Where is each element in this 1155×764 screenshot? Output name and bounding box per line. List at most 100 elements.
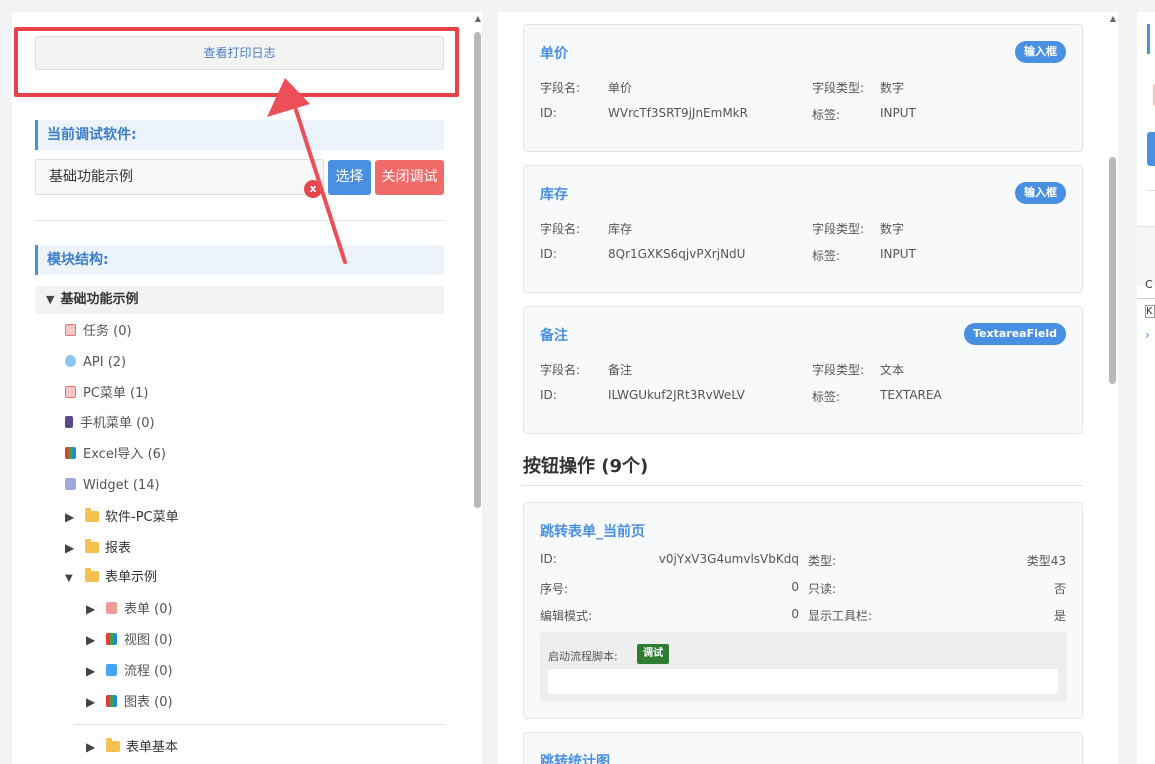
field-name-label: 字段名: [540,81,581,95]
field-id-label: ID: [540,106,557,120]
script-label: 启动流程脚本: [548,650,618,663]
view-log-button[interactable]: 查看打印日志 [35,36,444,70]
folder-icon [85,508,99,522]
scroll-up-icon[interactable]: ▲ [1108,14,1118,24]
field-id-value: WVrcTf3SRT9jJnEmMkR [608,106,748,120]
caret-right-icon: ▶ [86,664,96,678]
middle-scrollbar[interactable]: ▲ [1108,14,1118,764]
action-seq-label: 序号: [540,582,569,596]
accent-bar [1147,24,1150,54]
left-scrollbar[interactable]: ▲ [473,14,483,764]
software-input[interactable]: 基础功能示例 [35,159,324,195]
caret-down-icon: ▼ [46,293,55,306]
field-name-label: 字段名: [540,222,581,236]
field-id-label: ID: [540,247,557,261]
tree-subitem-process[interactable]: ▶ 流程 (0) [86,661,173,681]
task-icon [65,324,76,336]
field-card: 单价 输入框 字段名: 单价 字段类型: 数字 ID: WVrcTf3SRT9j… [523,24,1083,152]
clipboard-icon [65,386,76,398]
field-tag-value: INPUT [880,106,916,120]
folder-label: 表单示例 [105,570,158,585]
tree-subitem-chart[interactable]: ▶ 图表 (0) [86,692,173,712]
tree-item-pc-menu[interactable]: PC菜单 (1) [65,384,148,404]
chevron-right-icon[interactable]: › [1145,328,1150,342]
subitem-label: 视图 (0) [124,633,173,648]
tree-folder-report[interactable]: ▶ 报表 [65,538,131,558]
action-type-value: 类型43 [1026,554,1066,568]
divider [35,220,444,221]
partial-key-icon: K [1145,305,1155,318]
folder-label: 软件-PC菜单 [105,510,179,525]
scrollbar-thumb[interactable] [474,32,481,508]
field-type-label: 字段类型: [812,363,865,377]
field-type-label: 字段类型: [812,81,865,95]
field-id-value: 8Qr1GXKS6qjvPXrjNdU [608,247,746,261]
grid-icon [65,478,76,490]
script-input[interactable] [548,669,1058,694]
field-id-value: ILWGUkuf2JRt3RvWeLV [608,388,745,402]
field-tag-label: 标签: [812,249,841,263]
tree-folder-software-pc-menu[interactable]: ▶ 软件-PC菜单 [65,507,179,527]
field-tag-label: 标签: [812,390,841,404]
field-type-badge: 输入框 [1015,41,1066,63]
field-type-badge: 输入框 [1015,182,1066,204]
tree-folder-form-example[interactable]: ▼ 表单示例 [65,568,157,588]
buttons-section-title: 按钮操作 (9个) [523,456,649,477]
field-type-value: 数字 [880,222,905,236]
action-title: 跳转表单_当前页 [540,524,645,540]
field-tag-label: 标签: [812,108,841,122]
tree-item-task[interactable]: 任务 (0) [65,322,132,342]
close-debug-button[interactable]: 关闭调试 [375,160,444,195]
tree-item-excel-import[interactable]: Excel导入 (6) [65,445,166,465]
action-card: 跳转表单_当前页 ID: v0jYxV3G4umvlsVbKdq 类型: 类型4… [523,502,1083,719]
field-title: 单价 [540,46,568,62]
left-panel: 查看打印日志 当前调试软件: 基础功能示例 x 选择 关闭调试 模块结构: ▼ 基… [12,12,482,764]
tree-item-mobile-menu[interactable]: 手机菜单 (0) [65,414,155,434]
tree-item-widget[interactable]: Widget (14) [65,476,160,496]
right-panel: C K › [1137,12,1155,764]
field-tag-value: INPUT [880,247,916,261]
tree-root[interactable]: ▼ 基础功能示例 [35,286,444,314]
subitem-label: 图表 (0) [124,695,173,710]
tree-item-label: 手机菜单 (0) [80,416,155,431]
select-button[interactable]: 选择 [328,160,371,195]
action-edit-mode-value: 0 [791,607,799,621]
action-id-value: v0jYxV3G4umvlsVbKdq [658,552,799,566]
action-id-label: ID: [540,552,557,566]
field-tag-value: TEXTAREA [880,388,942,402]
action-edit-mode-label: 编辑模式: [540,609,593,623]
tree-subitem-form[interactable]: ▶ 表单 (0) [86,599,173,619]
module-structure-heading: 模块结构: [35,245,444,275]
action-type-label: 类型: [808,554,837,568]
divider [1137,298,1155,299]
debug-button[interactable]: 调试 [637,644,669,664]
caret-right-icon: ▶ [65,541,75,555]
clear-icon[interactable]: x [304,180,322,198]
caret-right-icon: ▶ [86,633,96,647]
tree-folder-form-basic[interactable]: ▶ 表单基本 [86,737,178,757]
tree-root-label: 基础功能示例 [60,292,139,307]
scrollbar-thumb[interactable] [1109,157,1116,384]
field-type-value: 数字 [880,81,905,95]
caret-down-icon: ▼ [65,573,73,584]
tree-item-label: Excel导入 (6) [83,447,166,462]
tree-subitem-view[interactable]: ▶ 视图 (0) [86,630,173,650]
field-name-value: 备注 [608,363,633,377]
tree-item-api[interactable]: API (2) [65,353,126,373]
field-name-label: 字段名: [540,363,581,377]
folder-label: 表单基本 [126,740,179,755]
caret-right-icon: ▶ [86,740,96,754]
tree-item-label: Widget (14) [83,478,160,493]
partial-button[interactable] [1147,132,1155,166]
folder-icon [106,738,120,752]
gray-header [1137,226,1155,286]
tree-item-label: API (2) [83,355,127,370]
subitem-label: 表单 (0) [124,602,173,617]
scroll-up-icon[interactable]: ▲ [473,14,483,24]
app-root: 查看打印日志 当前调试软件: 基础功能示例 x 选择 关闭调试 模块结构: ▼ 基… [0,0,1155,764]
partial-label: C [1145,278,1153,291]
script-box: 启动流程脚本: 调试 [540,632,1067,702]
action-seq-value: 0 [791,580,799,594]
field-card: 库存 输入框 字段名: 库存 字段类型: 数字 ID: 8Qr1GXKS6qjv… [523,165,1083,293]
bar-chart-icon [65,447,76,459]
